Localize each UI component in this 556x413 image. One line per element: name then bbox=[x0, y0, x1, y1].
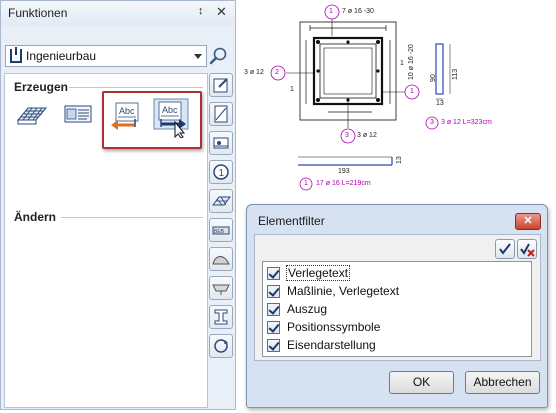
elementfilter-dialog: Elementfilter ✕ Verlegetext Maßlinie, Ve… bbox=[246, 204, 548, 408]
edit-icon[interactable] bbox=[209, 73, 233, 97]
bar-label-right: 10 ø 16 -20 bbox=[408, 44, 415, 80]
divider bbox=[61, 217, 203, 218]
bar-label-bottom: 3 ø 12 bbox=[357, 132, 377, 139]
module-icon bbox=[10, 47, 22, 63]
list-item-label: Maßlinie, Verlegetext bbox=[287, 284, 400, 298]
chevron-down-icon bbox=[194, 54, 202, 59]
mesh-icon[interactable] bbox=[209, 189, 233, 213]
dimension-label: 13 bbox=[396, 156, 403, 164]
reinforcement-mesh-icon[interactable] bbox=[15, 98, 49, 130]
bar-label-left: 3 ø 12 bbox=[244, 69, 264, 76]
position-number: 3 bbox=[430, 119, 434, 126]
palette-title-bar[interactable]: Funktionen ↕ ✕ bbox=[1, 1, 235, 25]
palette-content: Erzeugen Abc Abc Ändern bbox=[4, 73, 208, 408]
label-text-left-icon[interactable]: Abc bbox=[109, 100, 143, 132]
reinforcement-drawing: 1 7 ø 16 -30 2 3 ø 12 1 1 1 10 ø 16 -20 … bbox=[240, 0, 556, 200]
shape-icon[interactable] bbox=[209, 247, 233, 271]
cancel-button[interactable]: Abbrechen bbox=[465, 371, 540, 394]
ok-button[interactable]: OK bbox=[389, 371, 454, 394]
palette-side-tabs: 1 BEB bbox=[209, 73, 233, 363]
bar-label-top: 7 ø 16 -30 bbox=[342, 8, 374, 15]
rotate-icon[interactable] bbox=[209, 334, 233, 358]
list-item-label: Eisendarstellung bbox=[287, 338, 376, 352]
list-item[interactable]: Positionssymbole bbox=[267, 318, 529, 336]
checkbox[interactable] bbox=[267, 267, 280, 280]
check-all-button[interactable] bbox=[495, 239, 515, 259]
screen: Funktionen ↕ ✕ Ingenieurbau Erzeugen Abc… bbox=[0, 0, 556, 413]
dialog-title: Elementfilter bbox=[258, 214, 325, 228]
dialog-body: Verlegetext Maßlinie, Verlegetext Auszug… bbox=[254, 234, 541, 361]
area-icon[interactable] bbox=[209, 102, 233, 126]
close-icon[interactable]: ✕ bbox=[515, 213, 541, 230]
section-icon[interactable] bbox=[209, 131, 233, 155]
svg-text:Abc: Abc bbox=[119, 106, 135, 116]
close-icon[interactable]: ✕ bbox=[216, 4, 227, 20]
position-number: 3 bbox=[345, 132, 349, 139]
section-modify-label: Ändern bbox=[14, 210, 56, 224]
list-item-label: Auszug bbox=[287, 302, 328, 316]
svg-text:BEB: BEB bbox=[214, 229, 225, 235]
divider bbox=[69, 87, 203, 88]
dimension-label: 193 bbox=[338, 168, 350, 175]
link-icon[interactable] bbox=[209, 276, 233, 300]
position-icon[interactable]: 1 bbox=[209, 160, 233, 184]
dimension-label: 90 bbox=[430, 74, 437, 82]
position-number: 1 bbox=[329, 8, 333, 15]
uncheck-all-button[interactable] bbox=[517, 239, 537, 259]
module-dropdown[interactable]: Ingenieurbau bbox=[5, 45, 207, 67]
dimension-label: 1 bbox=[290, 86, 294, 93]
svg-text:1: 1 bbox=[219, 168, 225, 179]
drawing-canvas bbox=[270, 4, 451, 191]
list-item[interactable]: Auszug bbox=[267, 300, 529, 318]
checkbox[interactable] bbox=[267, 303, 280, 316]
functions-palette: Funktionen ↕ ✕ Ingenieurbau Erzeugen Abc… bbox=[0, 0, 236, 410]
bar-icon[interactable]: BEB bbox=[209, 218, 233, 242]
checkbox[interactable] bbox=[267, 339, 280, 352]
dimension-label: 1 bbox=[400, 60, 404, 67]
checkbox[interactable] bbox=[267, 321, 280, 334]
dimension-label: 13 bbox=[436, 100, 444, 107]
position-number: 1 bbox=[410, 88, 414, 95]
module-dropdown-value: Ingenieurbau bbox=[26, 49, 97, 63]
svg-text:Abc: Abc bbox=[162, 105, 178, 115]
dimension-label: 113 bbox=[452, 68, 459, 80]
section-create-label: Erzeugen bbox=[14, 80, 69, 94]
palette-title: Funktionen bbox=[8, 6, 68, 20]
search-icon[interactable] bbox=[209, 46, 229, 66]
bar-schedule-icon[interactable] bbox=[61, 98, 95, 130]
position-number: 2 bbox=[275, 69, 279, 76]
bar-detail-label: 17 ø 16 L=219cm bbox=[316, 180, 371, 187]
beam-icon[interactable] bbox=[209, 305, 233, 329]
pin-icon[interactable]: ↕ bbox=[198, 5, 204, 17]
position-number: 1 bbox=[304, 180, 308, 187]
bar-detail-label: 3 ø 12 L=323cm bbox=[441, 119, 492, 126]
checkbox[interactable] bbox=[267, 285, 280, 298]
list-item[interactable]: Eisendarstellung bbox=[267, 336, 529, 354]
list-item[interactable]: Maßlinie, Verlegetext bbox=[267, 282, 529, 300]
list-item-label: Positionssymbole bbox=[287, 320, 381, 334]
list-item[interactable]: Verlegetext bbox=[267, 264, 529, 282]
filter-list: Verlegetext Maßlinie, Verlegetext Auszug… bbox=[262, 261, 532, 357]
list-item-label: Verlegetext bbox=[285, 265, 351, 281]
label-text-right-icon[interactable]: Abc bbox=[153, 98, 191, 138]
